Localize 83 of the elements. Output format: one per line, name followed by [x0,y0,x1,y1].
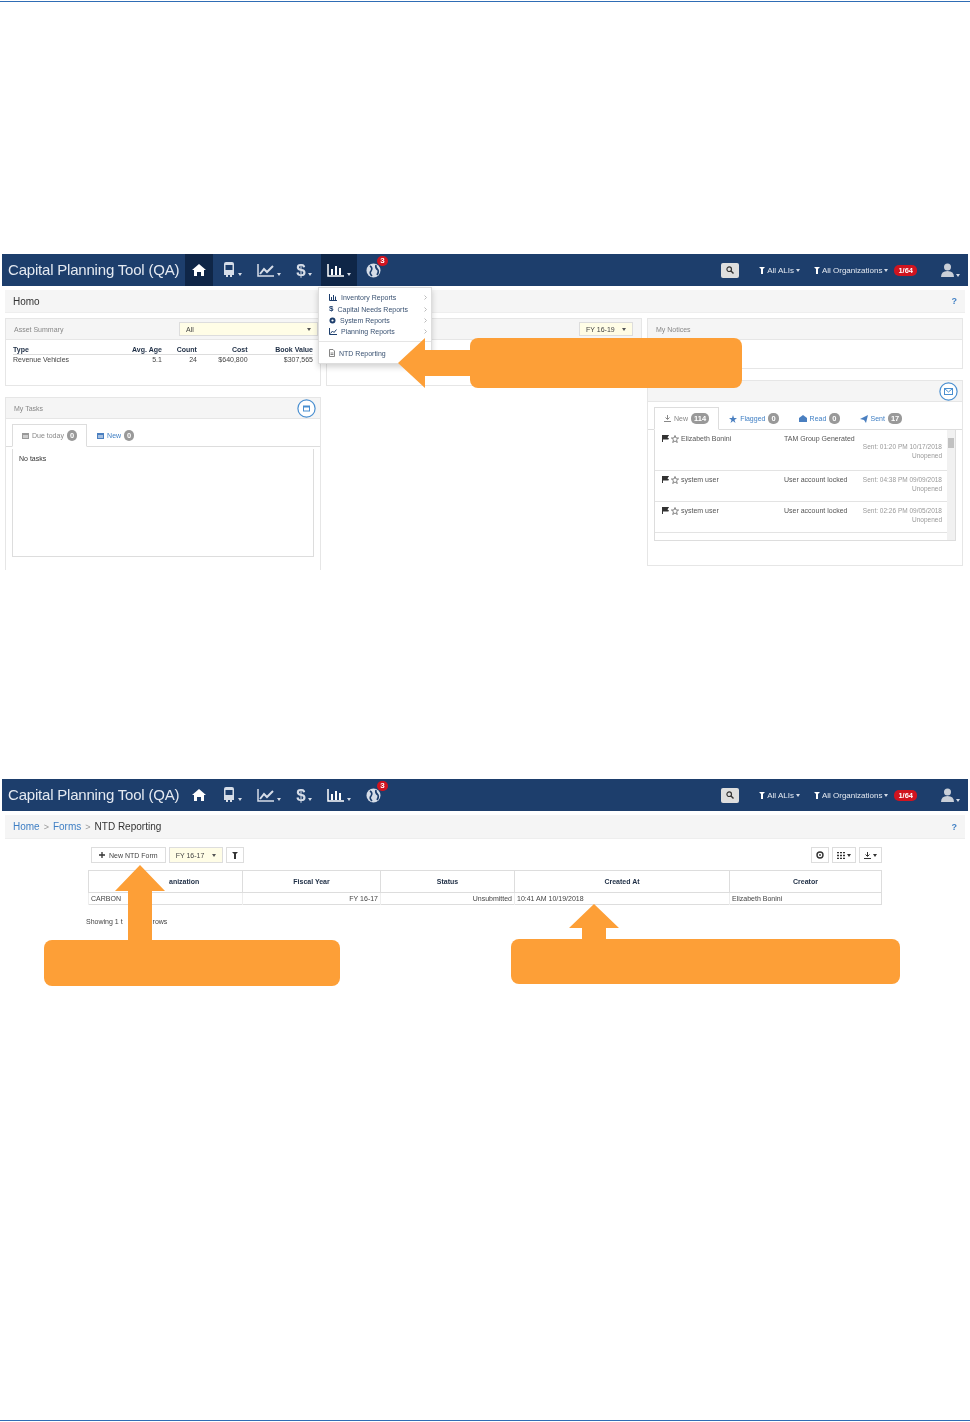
line-chart-icon [329,328,337,335]
help-link[interactable]: ? [951,821,957,832]
filter-icon [813,266,820,274]
search-icon [726,791,735,799]
filter-dropdown[interactable]: All ALIs [759,790,800,800]
filter-dropdown[interactable]: All ALIs [759,265,800,275]
breadcrumb-separator: > [43,821,49,832]
app-title: Capital Planning Tool (QA) [7,785,181,805]
star-icon[interactable] [671,435,679,443]
user-icon [941,788,954,802]
columns-button[interactable] [832,847,856,863]
filter-icon [759,791,766,799]
home-icon [191,263,208,277]
notification-badge: 3 [377,256,388,266]
line-chart-icon [257,788,276,802]
flag-icon[interactable] [662,435,669,442]
refresh-icon [816,851,824,859]
grid-icon [837,851,845,859]
gear-icon [329,317,336,324]
nav-menu-button[interactable]: $ [290,779,318,811]
dollar-icon: $ [329,305,334,313]
notification-badge: 3 [377,781,388,791]
nav-menu-button[interactable]: 3 [359,254,387,286]
caret-icon [622,327,626,331]
flag-icon[interactable] [662,476,669,483]
nav-menu-button[interactable]: $ [290,254,318,286]
page-title: Homo [13,295,40,307]
search-icon [726,266,735,274]
calendar-icon[interactable] [297,398,316,418]
filter-icon [231,851,238,859]
bar-chart-icon [329,294,337,301]
search-button[interactable] [721,262,740,278]
scrollbar[interactable] [947,430,955,540]
app-title: Capital Planning Tool (QA) [7,260,181,280]
nav-menu-button[interactable]: 3 [359,779,387,811]
caret-icon [956,799,960,802]
filter-icon [759,266,766,274]
arrow-drawing [569,904,619,940]
refresh-button[interactable] [811,847,829,863]
calendar-icon [97,432,105,439]
caret-icon [873,853,877,857]
nav-menu-button[interactable] [185,254,214,286]
dollar-icon: $ [296,261,306,279]
breadcrumb-link[interactable]: Forms [52,821,82,832]
globe-icon [365,787,381,803]
caret-icon [884,268,889,272]
calendar-icon [22,432,29,439]
globe-icon [365,262,381,278]
breadcrumb-link[interactable]: Home [13,821,40,832]
help-link[interactable]: ? [951,296,957,306]
star-icon[interactable] [671,507,679,515]
paper-plane-icon [859,414,868,423]
filter-icon [813,791,820,799]
caret-icon [795,268,800,272]
star-icon [729,414,738,423]
caret-icon [847,853,851,857]
caret-icon [884,793,889,797]
document-icon [329,349,335,357]
plus-icon [99,852,105,858]
filter-button[interactable] [225,847,244,863]
bar-chart-icon [326,788,345,802]
caret-icon [307,327,311,331]
nav-menu-button[interactable] [320,254,357,286]
search-button[interactable] [721,787,740,803]
export-button[interactable] [859,847,882,863]
breadcrumb-separator: > [85,821,91,832]
user-menu-button[interactable] [941,263,960,277]
caret-icon [211,853,216,857]
download-icon [664,415,671,422]
bus-icon [222,262,237,278]
bus-icon [222,787,237,803]
caret-icon [956,274,960,277]
flag-icon[interactable] [662,507,669,514]
bar-chart-icon [326,263,345,277]
download-icon [864,851,871,859]
dollar-icon: $ [296,786,306,804]
star-icon[interactable] [671,476,679,484]
user-menu-button[interactable] [941,788,960,802]
caret-icon [795,793,800,797]
line-chart-icon [257,263,276,277]
user-icon [941,263,954,277]
breadcrumb-current: NTD Reporting [94,821,162,832]
home-icon [191,788,208,802]
